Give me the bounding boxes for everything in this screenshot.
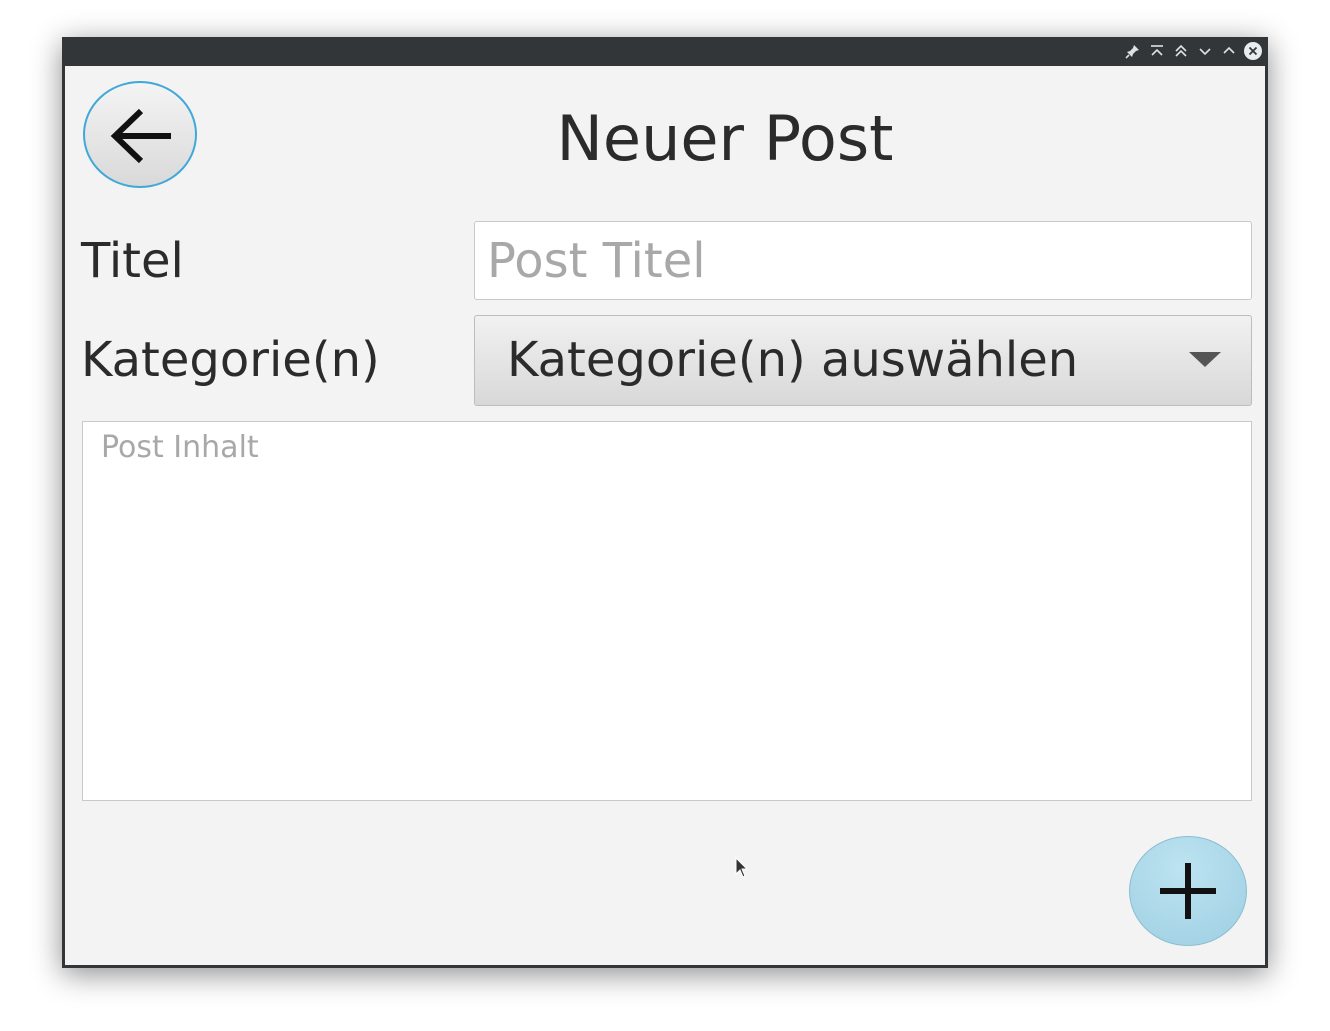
plus-icon — [1160, 863, 1216, 919]
category-label: Kategorie(n) — [81, 332, 380, 388]
app-window: Neuer Post Titel Kategorie(n) Kategorie(… — [62, 37, 1268, 968]
chevron-down-icon — [1189, 352, 1221, 367]
category-select[interactable]: Kategorie(n) auswählen — [474, 315, 1252, 406]
minimize-icon[interactable] — [1196, 42, 1214, 60]
window-titlebar[interactable] — [65, 37, 1265, 66]
category-select-value: Kategorie(n) auswählen — [507, 332, 1079, 388]
maximize-icon[interactable] — [1220, 42, 1238, 60]
keep-above-icon[interactable] — [1148, 42, 1166, 60]
title-label: Titel — [81, 233, 184, 289]
post-content-textarea[interactable] — [82, 421, 1252, 801]
arrow-left-icon — [110, 108, 171, 164]
shade-up-icon[interactable] — [1172, 42, 1190, 60]
page-title: Neuer Post — [556, 102, 894, 175]
mouse-cursor-icon — [735, 857, 749, 878]
close-icon[interactable] — [1244, 42, 1262, 60]
post-title-input[interactable] — [474, 221, 1252, 300]
add-post-button[interactable] — [1129, 836, 1247, 946]
back-button[interactable] — [83, 81, 197, 188]
pin-icon[interactable] — [1124, 42, 1142, 60]
